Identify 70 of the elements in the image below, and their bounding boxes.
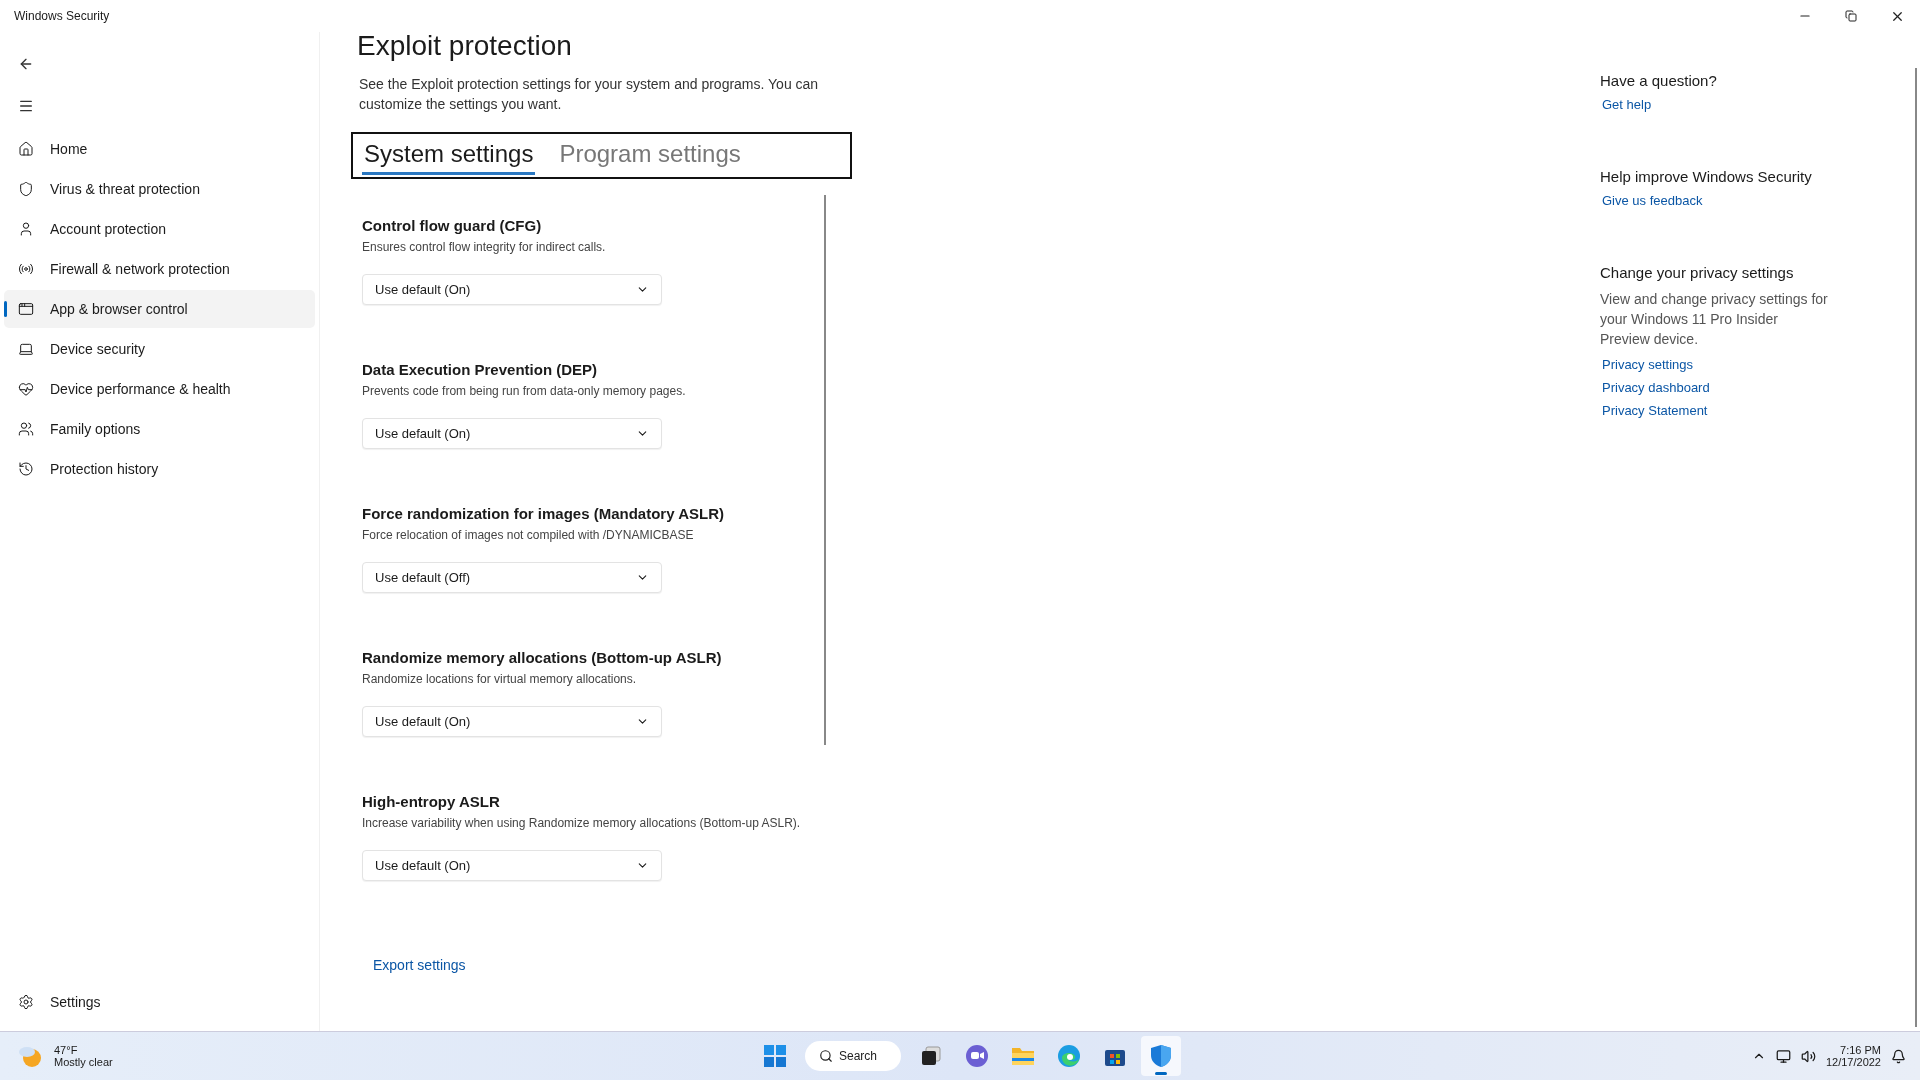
dropdown[interactable]: Use default (Off) bbox=[362, 562, 662, 593]
search-button[interactable]: Search bbox=[805, 1041, 901, 1071]
window-title: Windows Security bbox=[14, 9, 110, 23]
antenna-icon bbox=[18, 261, 34, 277]
setting-title: Randomize memory allocations (Bottom-up ASLR) bbox=[362, 649, 723, 666]
setting-description: Prevents code from being run from data-only memory pages. bbox=[362, 383, 687, 400]
section-heading: Have a question? bbox=[1600, 72, 1718, 89]
setting-title: High-entropy ASLR bbox=[362, 793, 501, 810]
setting-description: Ensures control flow integrity for indirect calls. bbox=[362, 239, 607, 256]
dropdown[interactable]: Use default (On) bbox=[362, 706, 662, 737]
sidebar-item[interactable]: App & browser control bbox=[4, 290, 315, 328]
sidebar-item[interactable]: Protection history bbox=[4, 450, 315, 488]
network-icon[interactable] bbox=[1775, 1048, 1791, 1064]
volume-icon[interactable] bbox=[1800, 1048, 1816, 1064]
setting-description: Increase variability when using Randomize memory allocations (Bottom-up ASLR). bbox=[362, 815, 802, 832]
setting-title: Force randomization for images (Mandatory ASLR) bbox=[362, 505, 725, 522]
user-icon bbox=[18, 221, 34, 237]
page-description: See the Exploit protection settings for your system and programs. You can customize the settings you want. bbox=[359, 75, 820, 114]
restore-icon bbox=[1845, 10, 1857, 22]
weather-icon bbox=[18, 1044, 44, 1068]
settings-item[interactable]: Settings bbox=[4, 983, 315, 1021]
export-settings-link[interactable]: Export settings bbox=[373, 957, 871, 973]
people-icon bbox=[18, 421, 34, 437]
dropdown[interactable]: Use default (On) bbox=[362, 274, 662, 305]
dropdown[interactable]: Use default (On) bbox=[362, 418, 662, 449]
weather-condition: Mostly clear bbox=[54, 1056, 113, 1068]
tab[interactable]: Program settings bbox=[557, 136, 743, 175]
sidebar-item[interactable]: Virus & threat protection bbox=[4, 170, 315, 208]
setting-title: Control flow guard (CFG) bbox=[362, 217, 543, 234]
home-icon bbox=[18, 141, 34, 157]
help-link[interactable]: Get help bbox=[1600, 97, 1860, 112]
page-title: Exploit protection bbox=[357, 29, 573, 63]
section-heading: Help improve Windows Security bbox=[1600, 168, 1813, 185]
chat-icon[interactable] bbox=[965, 1044, 989, 1068]
windows-logo-icon[interactable] bbox=[764, 1045, 786, 1067]
clock-date[interactable]: 12/17/2022 bbox=[1825, 1056, 1881, 1068]
section-heading: Change your privacy settings bbox=[1600, 264, 1795, 281]
window-icon bbox=[18, 301, 34, 317]
setting-description: Force relocation of images not compiled with /DYNAMICBASE bbox=[362, 527, 695, 544]
sidebar-item[interactable]: Home bbox=[4, 130, 315, 168]
temperature: 47°F bbox=[54, 1044, 79, 1056]
dropdown[interactable]: Use default (On) bbox=[362, 850, 662, 881]
sidebar-item[interactable]: Device security bbox=[4, 330, 315, 368]
help-link[interactable]: Privacy Statement bbox=[1600, 403, 1860, 418]
sidebar-item[interactable]: Account protection bbox=[4, 210, 315, 248]
shield-icon bbox=[18, 181, 34, 197]
folder-icon[interactable] bbox=[1011, 1045, 1035, 1067]
help-link[interactable]: Privacy settings bbox=[1600, 357, 1860, 372]
sidebar-item[interactable]: Firewall & network protection bbox=[4, 250, 315, 288]
laptop-icon bbox=[18, 341, 34, 357]
shield-icon[interactable] bbox=[1150, 1044, 1172, 1068]
notification-icon[interactable] bbox=[1891, 1048, 1906, 1064]
history-icon bbox=[18, 461, 34, 477]
setting-description: Randomize locations for virtual memory allocations. bbox=[362, 671, 638, 688]
settings-icon bbox=[18, 994, 34, 1010]
scrollbar[interactable] bbox=[1915, 68, 1917, 1027]
heart-pulse-icon bbox=[18, 381, 34, 397]
sidebar-item[interactable]: Device performance & health bbox=[4, 370, 315, 408]
setting-title: Data Execution Prevention (DEP) bbox=[362, 361, 599, 378]
sidebar-item[interactable]: Family options bbox=[4, 410, 315, 448]
clock-time[interactable]: 7:16 PM bbox=[1840, 1044, 1881, 1056]
task-view-icon[interactable] bbox=[920, 1045, 942, 1067]
search-icon bbox=[819, 1049, 833, 1063]
section-text: View and change privacy settings for your Windows 11 Pro Insider Preview device. bbox=[1600, 290, 1829, 349]
help-link[interactable]: Privacy dashboard bbox=[1600, 380, 1860, 395]
menu-icon bbox=[18, 98, 34, 114]
help-link[interactable]: Give us feedback bbox=[1600, 193, 1860, 208]
tab[interactable]: System settings bbox=[362, 136, 536, 175]
scrollbar[interactable] bbox=[824, 195, 826, 745]
browser-icon[interactable] bbox=[1057, 1044, 1081, 1068]
